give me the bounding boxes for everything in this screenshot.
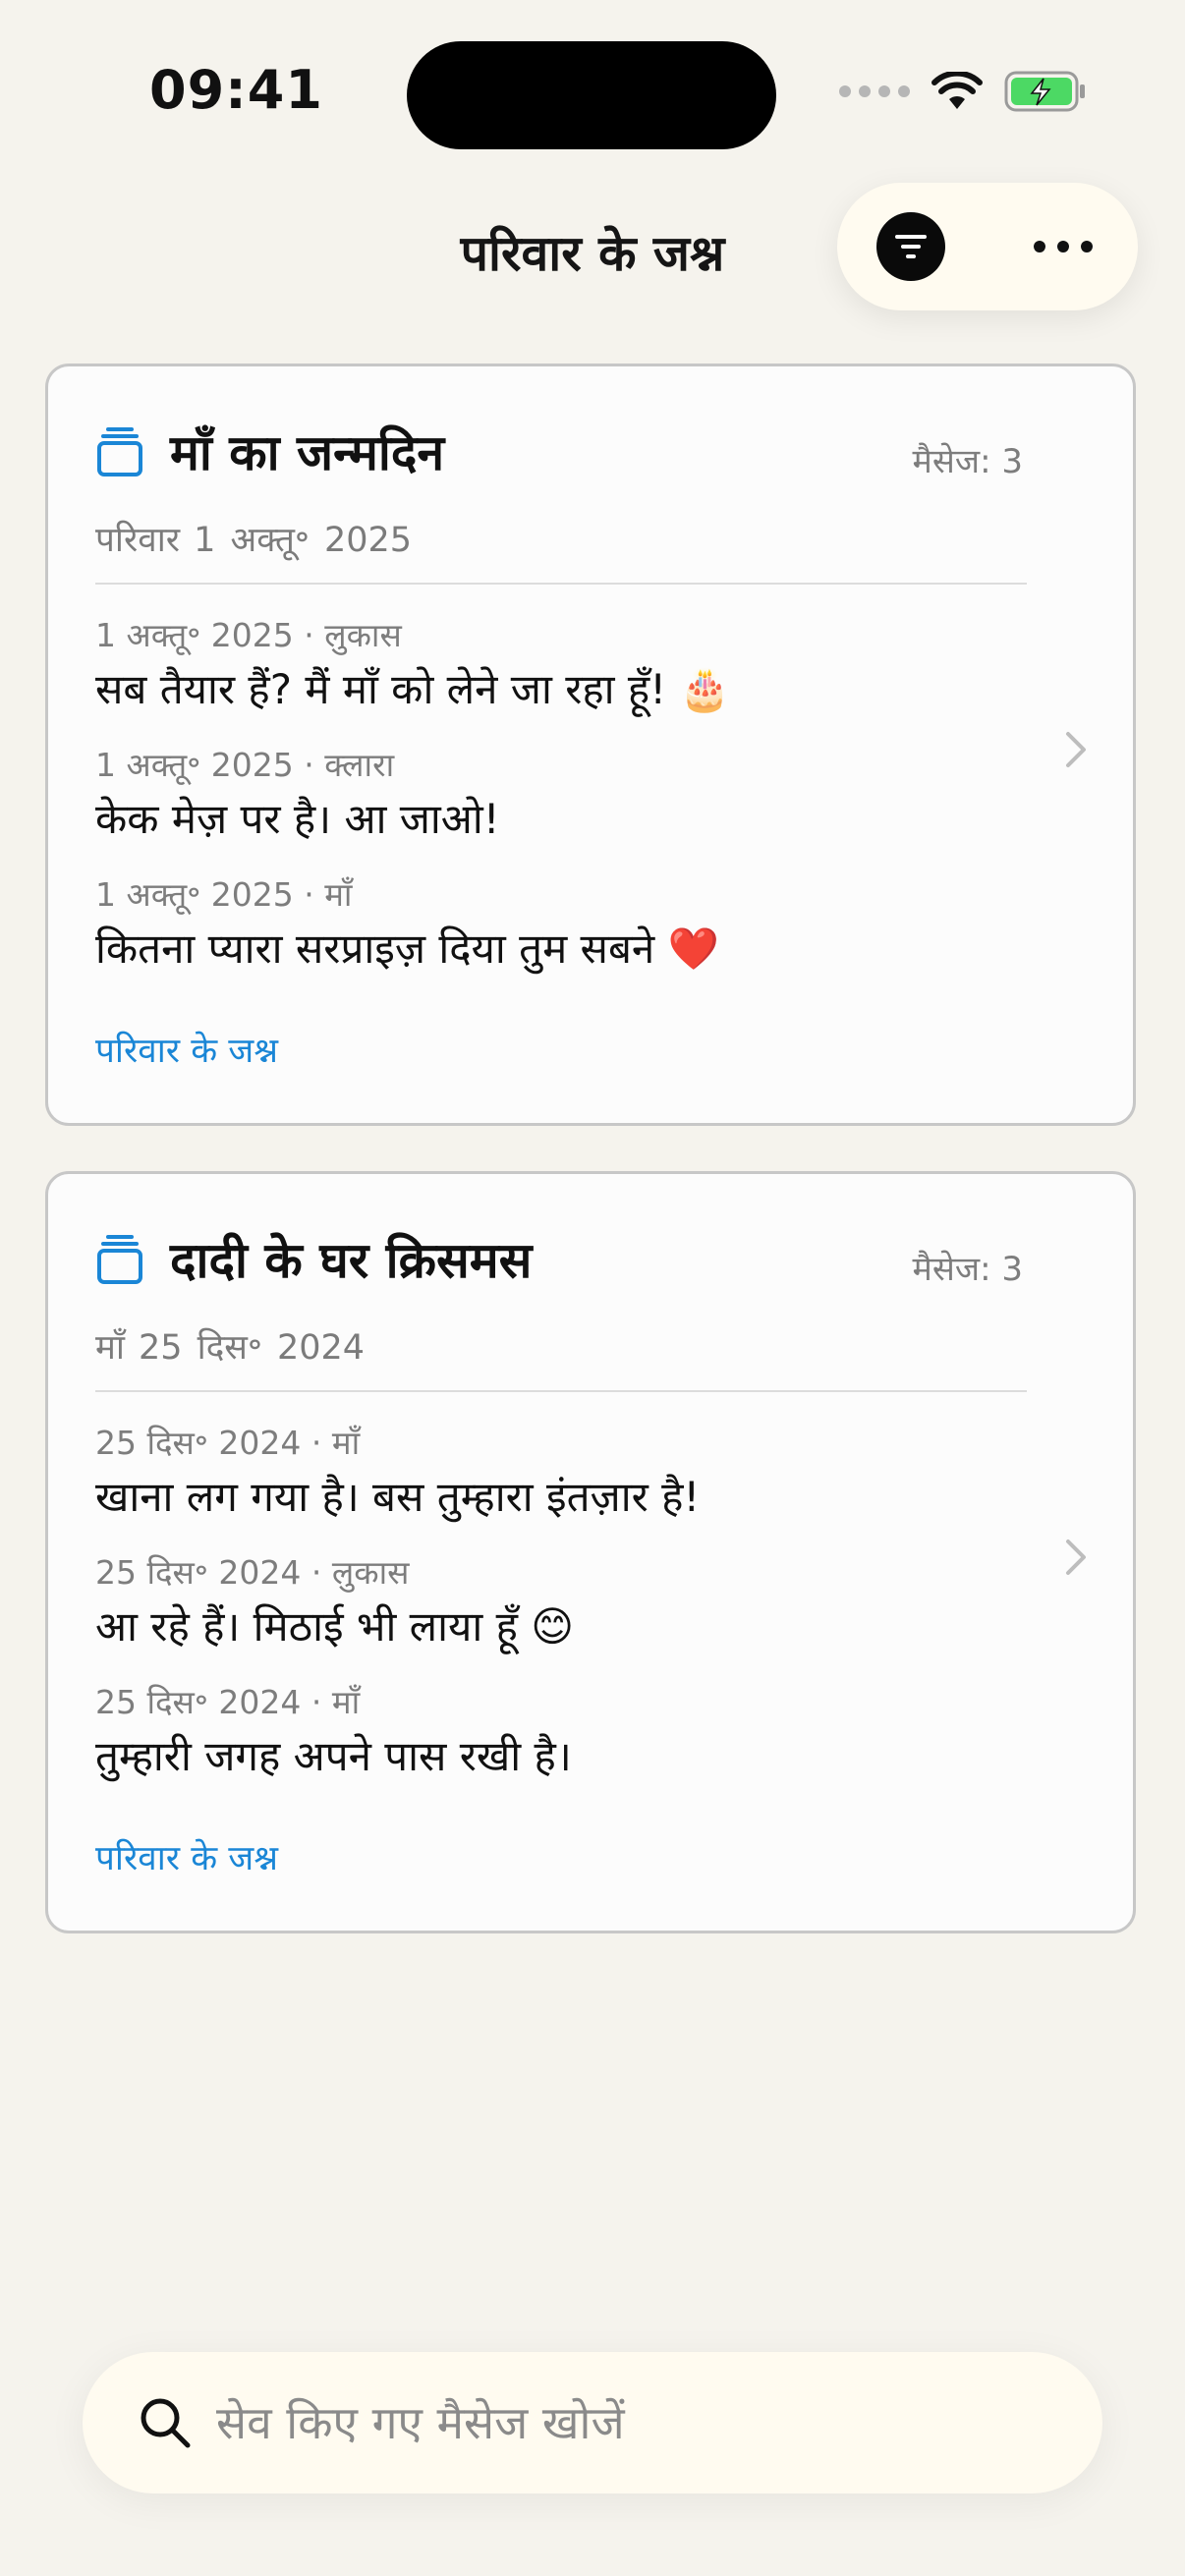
message-count: मैसेज: 3 [912, 442, 1023, 481]
stack-icon [97, 1235, 142, 1284]
message-meta: 25 दिस॰ 2024 · माँ [95, 1424, 361, 1462]
message-meta: 1 अक्तू॰ 2025 · क्लारा [95, 746, 395, 784]
card-title-row: दादी के घर क्रिसमस [95, 1225, 532, 1292]
filter-icon [895, 235, 927, 258]
dynamic-island [407, 41, 776, 149]
header-actions [837, 183, 1138, 310]
message-meta: 25 दिस॰ 2024 · लुकास [95, 1553, 410, 1592]
chevron-right-icon [1066, 732, 1086, 767]
card-subtitle: परिवार 1 अक्तू॰ 2025 [95, 516, 412, 562]
celebration-card[interactable]: माँ का जन्मदिन मैसेज: 3 परिवार 1 अक्तू॰ 2… [45, 364, 1136, 1126]
message-text: कितना प्यारा सरप्राइज़ दिया तुम सबने ❤️ [95, 924, 719, 973]
card-author: माँ [95, 1328, 125, 1368]
message-item: 1 अक्तू॰ 2025 · लुकास सब तैयार हैं? मैं … [95, 612, 1029, 720]
card-author: परिवार [95, 521, 181, 560]
wifi-icon [931, 72, 983, 109]
message-list: 1 अक्तू॰ 2025 · लुकास सब तैयार हैं? मैं … [95, 612, 1029, 1001]
message-text: तुम्हारी जगह अपने पास रखी है। [95, 1732, 572, 1780]
status-time: 09:41 [149, 59, 323, 121]
collection-link[interactable]: परिवार के जश्न [95, 1834, 278, 1880]
message-item: 25 दिस॰ 2024 · लुकास आ रहे हैं। मिठाई भी… [95, 1549, 1029, 1657]
card-title-row: माँ का जन्मदिन [95, 418, 444, 484]
message-count: मैसेज: 3 [912, 1250, 1023, 1289]
search-bar[interactable] [83, 2352, 1102, 2493]
message-list: 25 दिस॰ 2024 · माँ खाना लग गया है। बस तु… [95, 1420, 1029, 1809]
collection-link[interactable]: परिवार के जश्न [95, 1027, 278, 1073]
message-item: 1 अक्तू॰ 2025 · माँ कितना प्यारा सरप्राइ… [95, 871, 1029, 980]
message-meta: 25 दिस॰ 2024 · माँ [95, 1683, 361, 1721]
message-item: 25 दिस॰ 2024 · माँ तुम्हारी जगह अपने पास… [95, 1679, 1029, 1787]
chevron-right-icon [1066, 1540, 1086, 1575]
message-text: सब तैयार हैं? मैं माँ को लेने जा रहा हूँ… [95, 665, 731, 713]
message-text: आ रहे हैं। मिठाई भी लाया हूँ 😊 [95, 1602, 575, 1651]
more-options-button[interactable] [1024, 212, 1102, 281]
message-item: 1 अक्तू॰ 2025 · क्लारा केक मेज़ पर है। आ… [95, 742, 1029, 850]
message-meta: 1 अक्तू॰ 2025 · लुकास [95, 616, 402, 654]
search-input[interactable] [216, 2387, 1061, 2458]
card-date: 1 अक्तू॰ 2025 [194, 521, 413, 560]
divider [95, 1390, 1027, 1392]
card-date: 25 दिस॰ 2024 [139, 1328, 366, 1368]
card-subtitle: माँ 25 दिस॰ 2024 [95, 1323, 365, 1370]
ellipsis-icon [1034, 241, 1093, 252]
filter-button[interactable] [876, 212, 945, 281]
message-text: खाना लग गया है। बस तुम्हारा इंतज़ार है! [95, 1473, 701, 1521]
card-title: माँ का जन्मदिन [170, 424, 445, 481]
celebration-card[interactable]: दादी के घर क्रिसमस मैसेज: 3 माँ 25 दिस॰ 2… [45, 1171, 1136, 1933]
battery-charging-icon [1004, 71, 1085, 112]
status-indicators [839, 71, 1087, 112]
stack-icon [97, 427, 142, 476]
status-bar: 09:41 [0, 0, 1185, 187]
card-title: दादी के घर क्रिसमस [170, 1232, 533, 1289]
divider [95, 583, 1027, 585]
search-icon [141, 2398, 191, 2448]
cellular-signal-icon [839, 85, 910, 97]
message-item: 25 दिस॰ 2024 · माँ खाना लग गया है। बस तु… [95, 1420, 1029, 1528]
message-text: केक मेज़ पर है। आ जाओ! [95, 795, 500, 843]
message-meta: 1 अक्तू॰ 2025 · माँ [95, 875, 353, 914]
